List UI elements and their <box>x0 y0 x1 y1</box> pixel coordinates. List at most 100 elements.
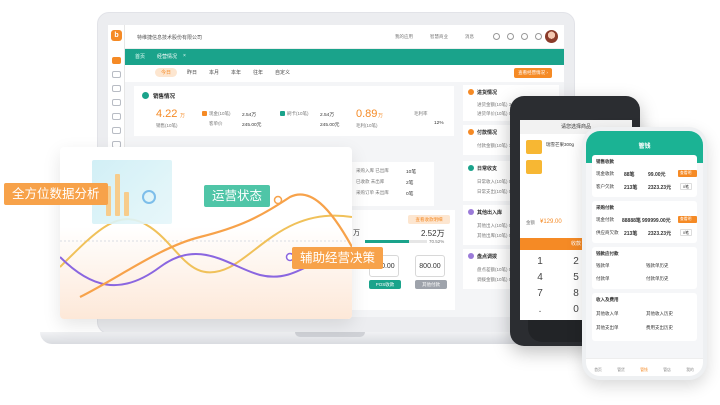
row-amount: 2323.23元 <box>648 231 672 237</box>
tab-goods[interactable]: 管货 <box>611 368 631 373</box>
stock-row-value: 2笔 <box>406 181 414 186</box>
row-amount: 999999.00元 <box>642 218 671 224</box>
row-label: 现金收款 <box>596 171 614 176</box>
product-image <box>526 140 542 154</box>
app-tabs: 首页 经营情况 × <box>125 49 564 65</box>
period-month[interactable]: 本月 <box>209 69 219 76</box>
row-sub[interactable]: 费用支出历史 <box>646 325 673 331</box>
row-sub[interactable]: 其他收入历史 <box>646 311 673 317</box>
callout-data-analysis: 全方位数据分析 <box>4 183 108 205</box>
goods-icon[interactable] <box>112 71 121 78</box>
gear-icon[interactable] <box>535 33 542 40</box>
keypad-key[interactable]: 1 <box>530 256 550 267</box>
wallet-icon[interactable] <box>112 113 121 120</box>
period-past-year[interactable]: 往年 <box>253 69 263 76</box>
app-header: 特维捷信息技术股份有限公司 我的应用 智慧商业 消息 <box>125 25 564 49</box>
row-count: 213笔 <box>624 231 638 237</box>
top-link-messages[interactable]: 消息 <box>465 34 474 40</box>
smartphone: 管钱 销售收款 现金收款 88笔 99.00元 查看明细 客户欠款 213笔 2… <box>582 127 707 380</box>
period-yesterday[interactable]: 昨日 <box>187 69 197 76</box>
tag-icon[interactable] <box>112 127 121 134</box>
card-title: 采购付款 <box>596 205 614 210</box>
row-tag[interactable]: 0笔 <box>680 229 692 236</box>
hologram-bar <box>124 192 129 216</box>
tab-business-status[interactable]: 经营情况 <box>157 53 177 60</box>
row-count: 88888笔 <box>622 218 641 224</box>
row-tag[interactable]: 0笔 <box>680 183 692 190</box>
sales-dot-icon <box>142 92 149 99</box>
period-today[interactable]: 今日 <box>155 68 178 77</box>
period-year[interactable]: 本年 <box>231 69 241 76</box>
smartphone-title: 管钱 <box>638 144 651 150</box>
income-expense-card: 收入及费用 其他收入单 其他收入历史 其他支出单 费用支出历史 <box>592 293 697 341</box>
row-tag[interactable]: 查看明细 <box>678 216 697 228</box>
keypad-key[interactable]: . <box>530 304 550 315</box>
orange-point <box>273 195 283 205</box>
pay-amount: 2.52万 <box>421 229 445 238</box>
home-icon[interactable] <box>112 57 121 64</box>
row-sub[interactable]: 钱款单历史 <box>646 263 669 269</box>
stock-row-label: 已收款 未出库 <box>356 179 385 184</box>
view-payment-detail-button[interactable]: 查看收款明细 <box>408 215 450 224</box>
other-pay-button[interactable]: 其他付款 <box>415 280 447 289</box>
tab-home[interactable]: 首页 <box>588 368 608 373</box>
inout-dot-icon <box>468 209 474 215</box>
top-link-apps[interactable]: 我的应用 <box>395 34 413 40</box>
tab-money[interactable]: 管钱 <box>634 368 654 373</box>
download-icon[interactable] <box>112 85 121 92</box>
sales-panel: 销售情况 4.22 万 销售(10笔) 现金(10笔) 2.54万 客单价 24… <box>134 86 454 136</box>
card-icon <box>280 111 285 116</box>
payment-dot-icon <box>468 129 474 135</box>
card-label: 刷卡(10笔) <box>287 111 309 116</box>
marketing-scene: b 特维捷信息技术股份有限公司 我的应用 智慧商业 消息 首页 经营情况 × 今… <box>0 0 720 405</box>
row-label[interactable]: 其他收入单 <box>596 311 619 317</box>
row-tag[interactable]: 查看明细 <box>678 170 697 182</box>
purchase-dot-icon <box>468 89 474 95</box>
inventory-title: 盘点调拨 <box>477 254 498 260</box>
app-logo[interactable]: b <box>111 30 122 41</box>
keypad-key[interactable]: 7 <box>530 288 550 299</box>
close-tab-icon[interactable]: × <box>183 53 186 59</box>
row-count: 88笔 <box>624 172 635 178</box>
row-sub[interactable]: 付款单历史 <box>646 276 669 282</box>
stock-row-label: 采购订单 未出库 <box>356 190 389 195</box>
row-label[interactable]: 钱款单 <box>596 263 610 269</box>
profit-amount: 0.89 <box>356 108 378 120</box>
amount-box[interactable]: 800.00 <box>415 255 445 277</box>
top-link-business[interactable]: 智慧商业 <box>430 34 448 40</box>
settings-icon[interactable] <box>507 33 514 40</box>
row-label[interactable]: 付款单 <box>596 276 610 282</box>
profit-label: 毛利(10笔) <box>356 123 378 128</box>
search-icon[interactable] <box>493 33 500 40</box>
period-custom[interactable]: 自定义 <box>275 69 290 76</box>
row-count: 213笔 <box>624 185 638 191</box>
pay-progress-track <box>365 240 427 243</box>
cash-label: 现金(10笔) <box>209 111 231 116</box>
sales-amount-label: 销售(10笔) <box>156 123 178 128</box>
pos-pay-button[interactable]: POS收款 <box>369 280 401 289</box>
keypad-key[interactable]: 4 <box>530 272 550 283</box>
view-business-button[interactable]: 查看经营情况 › <box>514 68 552 78</box>
row-label[interactable]: 其他支出单 <box>596 325 619 331</box>
clock-icon[interactable] <box>521 33 528 40</box>
tab-store[interactable]: 管店 <box>657 368 677 373</box>
sales-amount: 4.22 <box>156 108 178 120</box>
pay-progress-fill <box>365 240 409 243</box>
cash-icon <box>202 111 207 116</box>
stock-row-value: 10笔 <box>406 170 417 175</box>
inout-title: 其他出入库 <box>477 210 503 216</box>
row-amount: 99.00元 <box>648 172 666 178</box>
product-name: 瑞雪芒果300g <box>546 142 575 147</box>
card-avg-value: 245.00元 <box>320 123 340 128</box>
row-label: 客户欠款 <box>596 184 614 189</box>
stock-row-label: 采购入库 已出库 <box>356 168 389 173</box>
avatar[interactable] <box>545 30 558 43</box>
sales-collection-card: 销售收款 现金收款 88笔 99.00元 查看明细 客户欠款 213笔 2323… <box>592 155 697 197</box>
period-filter-bar: 今日 昨日 本月 本年 往年 自定义 查看经营情况 › <box>125 65 564 82</box>
tab-me[interactable]: 我的 <box>680 368 700 373</box>
tab-home[interactable]: 首页 <box>135 53 145 60</box>
daily-dot-icon <box>468 165 474 171</box>
payment-title: 付款情况 <box>477 130 498 136</box>
truck-icon[interactable] <box>112 99 121 106</box>
sales-title: 销售情况 <box>153 94 176 100</box>
